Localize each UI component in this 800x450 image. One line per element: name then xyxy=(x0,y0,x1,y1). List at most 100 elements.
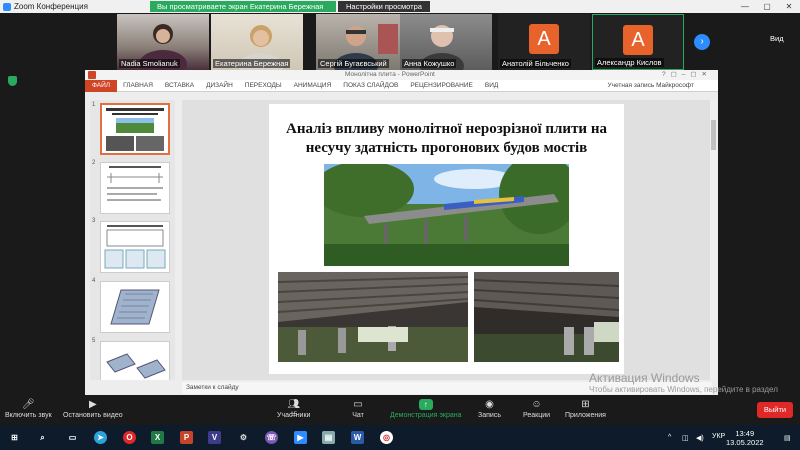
participant-name: Анатолій Більченко xyxy=(500,59,571,68)
ppt-quick-access-bar: Монолітна плита - PowerPoint ?▢–▢✕ xyxy=(85,70,718,80)
slide-thumbnail-preview-icon xyxy=(106,353,166,379)
scrollbar-handle[interactable] xyxy=(711,120,716,150)
clock-time: 13:49 xyxy=(735,429,755,438)
ppt-document-title: Монолітна плита - PowerPoint xyxy=(345,71,435,78)
thumb-number: 4 xyxy=(92,278,96,284)
chrome-icon[interactable]: ◎ xyxy=(380,431,393,444)
slide-thumbnail-preview-icon xyxy=(106,108,164,151)
word-icon[interactable]: W xyxy=(351,431,364,444)
file-icon[interactable]: ▤ xyxy=(322,431,335,444)
participants-button[interactable]: 👥︎15 Участники xyxy=(277,399,310,419)
ppt-tab-home[interactable]: ГЛАВНАЯ xyxy=(123,82,153,89)
participant-name: Анна Кожушко xyxy=(402,59,457,68)
chat-button[interactable]: ▭ Чат xyxy=(351,399,365,419)
bridge-underside-photo-left xyxy=(278,272,468,362)
share-screen-icon: ↑ xyxy=(418,399,433,410)
windows-start-icon[interactable]: ⊞ xyxy=(8,431,21,444)
volume-icon[interactable]: ◀) xyxy=(696,434,704,442)
task-view-icon[interactable]: ▭ xyxy=(66,431,79,444)
window-title: Zoom Конференция xyxy=(14,2,88,11)
ppt-tab-design[interactable]: ДИЗАЙН xyxy=(206,82,233,89)
ppt-tab-view[interactable]: ВИД xyxy=(485,82,498,89)
slide-title: Аналіз впливу монолітної нерозрізної пли… xyxy=(286,121,607,156)
zoom-taskbar-icon[interactable]: ▶ xyxy=(294,431,307,444)
slide-thumbnail[interactable] xyxy=(100,162,170,214)
leave-meeting-button[interactable]: Выйти xyxy=(757,402,793,418)
share-screen-button[interactable]: ↑ Демонстрация экрана xyxy=(390,399,462,419)
apps-button[interactable]: ⊞ Приложения xyxy=(565,399,606,419)
next-page-arrow-icon[interactable]: › xyxy=(694,34,710,50)
participant-name: Александр Кислов xyxy=(595,58,664,67)
maximize-icon[interactable]: ▢ xyxy=(757,0,777,13)
powerpoint-icon[interactable]: P xyxy=(180,431,193,444)
participant-tile[interactable]: Анна Кожушко xyxy=(400,14,492,70)
ppt-window-controls-icon[interactable]: ?▢–▢✕ xyxy=(662,70,712,78)
current-slide[interactable]: Аналіз впливу монолітної нерозрізної пли… xyxy=(269,104,624,374)
opera-icon[interactable]: O xyxy=(123,431,136,444)
minimize-icon[interactable]: — xyxy=(735,0,755,13)
ppt-account[interactable]: Учетная запись Майкрософт xyxy=(607,82,694,89)
visio-icon[interactable]: V xyxy=(208,431,221,444)
participant-name: Сергій Бугаєвський xyxy=(318,59,389,68)
ppt-tab-transitions[interactable]: ПЕРЕХОДЫ xyxy=(245,82,282,89)
zoom-logo-icon xyxy=(3,2,11,11)
windows-taskbar: ⊞ ⌕ ▭ ➤ O X P V ⚙ ☏ ▶ ▤ W ◎ ^ ◫ ◀) УКР 1… xyxy=(0,425,800,450)
thumb-number: 1 xyxy=(92,102,96,108)
stop-video-button[interactable]: ▶ Остановить видео xyxy=(63,399,123,419)
app-icon[interactable]: ⚙ xyxy=(237,431,250,444)
notifications-icon[interactable]: ▤ xyxy=(784,434,791,442)
ppt-tab-review[interactable]: РЕЦЕНЗИРОВАНИЕ xyxy=(410,82,473,89)
network-icon[interactable]: ◫ xyxy=(682,434,689,442)
participant-tile[interactable]: Екатерина Бережная xyxy=(211,14,303,70)
participant-tile[interactable]: A Александр Кислов xyxy=(592,14,684,70)
tray-chevron-icon[interactable]: ^ xyxy=(668,434,671,441)
security-shield-icon[interactable] xyxy=(8,76,17,86)
slide-scrollbar[interactable] xyxy=(710,100,717,380)
reactions-button[interactable]: ☺ Реакции xyxy=(523,399,550,419)
ppt-tab-animation[interactable]: АНИМАЦИЯ xyxy=(294,82,332,89)
ppt-tab-file[interactable]: ФАЙЛ xyxy=(85,79,118,92)
taskbar-clock[interactable]: 13:49 13.05.2022 xyxy=(726,429,764,447)
ppt-tab-slideshow[interactable]: ПОКАЗ СЛАЙДОВ xyxy=(343,82,398,89)
viber-icon[interactable]: ☏ xyxy=(265,431,278,444)
ppt-tab-insert[interactable]: ВСТАВКА xyxy=(165,82,194,89)
participant-gallery: Nadia Smolianuk Екатерина Бережная Сергі… xyxy=(0,14,800,70)
slide-thumbnail[interactable] xyxy=(100,221,170,273)
sharing-banner: Вы просматриваете экран Екатерина Бережн… xyxy=(150,1,336,12)
slide-thumbnail-preview-icon xyxy=(110,289,160,325)
avatar: A xyxy=(529,24,559,54)
participants-icon: 👥︎15 xyxy=(287,399,301,418)
avatar: A xyxy=(623,25,653,55)
view-button[interactable]: Вид xyxy=(770,34,784,43)
search-icon[interactable]: ⌕ xyxy=(36,431,49,444)
record-button[interactable]: ◉ Запись xyxy=(478,399,501,419)
participant-tile[interactable]: Nadia Smolianuk xyxy=(117,14,209,70)
view-options-button[interactable]: Настройки просмотра ⌄ xyxy=(338,1,430,22)
meeting-toolbar: 🎤︎ Включить звук ▶ Остановить видео 👥︎15… xyxy=(0,395,800,425)
telegram-icon[interactable]: ➤ xyxy=(94,431,107,444)
record-icon: ◉ xyxy=(485,399,494,410)
excel-icon[interactable]: X xyxy=(151,431,164,444)
bridge-underside-image-icon xyxy=(278,272,468,362)
language-indicator[interactable]: УКР xyxy=(712,433,725,440)
slide-thumbnail-pane: 1 2 3 4 5 xyxy=(90,100,175,380)
thumb-number: 3 xyxy=(92,218,96,224)
windows-activation-watermark: Активация Windows xyxy=(589,371,700,385)
participant-tile[interactable]: Сергій Бугаєвський xyxy=(316,14,408,70)
reactions-icon: ☺ xyxy=(531,399,542,410)
bridge-photo xyxy=(324,164,569,266)
camera-icon: ▶ xyxy=(88,399,97,410)
close-icon[interactable]: ✕ xyxy=(779,0,799,13)
slide-thumbnail[interactable] xyxy=(100,281,170,333)
thumb-number: 5 xyxy=(92,338,96,344)
unmute-button[interactable]: 🎤︎ Включить звук xyxy=(5,399,52,419)
ppt-logo-icon xyxy=(88,71,96,79)
ppt-ribbon: ФАЙЛ ГЛАВНАЯ ВСТАВКА ДИЗАЙН ПЕРЕХОДЫ АНИ… xyxy=(85,79,718,92)
participant-tile[interactable]: A Анатолій Більченко xyxy=(498,14,590,70)
slide-thumbnail[interactable] xyxy=(100,341,170,380)
slide-editor: Аналіз впливу монолітної нерозрізної пли… xyxy=(182,100,712,380)
bridge-underside-photo-right xyxy=(474,272,619,362)
slide-thumbnail[interactable] xyxy=(100,103,170,155)
microphone-muted-icon: 🎤︎ xyxy=(21,399,35,410)
thumb-number: 2 xyxy=(92,160,96,166)
